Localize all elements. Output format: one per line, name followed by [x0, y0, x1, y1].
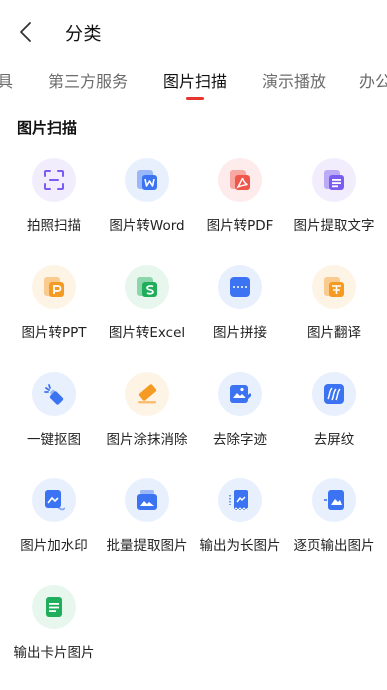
- tool-item[interactable]: 输出为长图片: [192, 470, 288, 570]
- watermark-icon: [32, 478, 76, 522]
- tool-item[interactable]: 图片转PDF: [192, 150, 288, 250]
- active-tab-indicator: [186, 97, 204, 100]
- remove-handwriting-icon: [218, 372, 262, 416]
- tool-label: 图片转Word: [109, 218, 185, 234]
- tool-label: 一键抠图: [27, 432, 81, 448]
- tool-label: 逐页输出图片: [293, 538, 375, 554]
- tool-item[interactable]: 图片涂抹消除: [99, 364, 195, 464]
- tool-label: 输出为长图片: [199, 538, 281, 554]
- tool-label: 图片提取文字: [293, 218, 375, 234]
- tool-item[interactable]: 逐页输出图片: [286, 470, 382, 570]
- tool-label: 图片加水印: [20, 538, 88, 554]
- tool-item[interactable]: 去屏纹: [286, 364, 382, 464]
- stitch-icon: [218, 265, 262, 309]
- tool-label: 输出卡片图片: [13, 645, 95, 661]
- ppt-doc-icon: [32, 265, 76, 309]
- cutout-icon: [32, 372, 76, 416]
- pdf-doc-icon: [218, 158, 262, 202]
- tool-item[interactable]: 图片提取文字: [286, 150, 382, 250]
- remove-moire-icon: [312, 372, 356, 416]
- tool-label: 图片转Excel: [108, 325, 186, 341]
- tool-item[interactable]: 图片翻译: [286, 257, 382, 357]
- tab-image-scan[interactable]: 图片扫描: [163, 68, 227, 92]
- batch-extract-icon: [125, 478, 169, 522]
- long-image-icon: [218, 478, 262, 522]
- translate-icon: [312, 265, 356, 309]
- tab-tools[interactable]: 具: [0, 68, 13, 92]
- tool-label: 拍照扫描: [27, 218, 81, 234]
- tool-item[interactable]: 批量提取图片: [99, 470, 195, 570]
- word-doc-icon: [125, 158, 169, 202]
- section-title: 图片扫描: [17, 119, 78, 137]
- tool-item[interactable]: 去除字迹: [192, 364, 288, 464]
- tool-item[interactable]: 图片拼接: [192, 257, 288, 357]
- tool-label: 图片转PPT: [21, 325, 87, 341]
- back-button[interactable]: [14, 19, 40, 45]
- chevron-left-icon: [20, 22, 31, 42]
- category-tabs: 具 第三方服务 图片扫描 演示播放 办公: [0, 64, 387, 106]
- tool-label: 去屏纹: [313, 432, 355, 448]
- scan-frame-icon: [32, 158, 76, 202]
- tab-presentation[interactable]: 演示播放: [262, 68, 326, 92]
- tool-label: 图片涂抹消除: [106, 432, 188, 448]
- top-bar: 分类: [0, 0, 387, 64]
- tool-item[interactable]: 图片转Excel: [99, 257, 195, 357]
- tool-label: 批量提取图片: [106, 538, 188, 554]
- tool-item[interactable]: 图片转PPT: [6, 257, 102, 357]
- tool-label: 去除字迹: [213, 432, 267, 448]
- tab-third-party[interactable]: 第三方服务: [48, 68, 128, 92]
- tool-item[interactable]: 一键抠图: [6, 364, 102, 464]
- tab-office[interactable]: 办公: [359, 68, 387, 92]
- eraser-icon: [125, 372, 169, 416]
- card-image-icon: [32, 585, 76, 629]
- page-output-icon: [312, 478, 356, 522]
- extract-text-icon: [312, 158, 356, 202]
- tool-label: 图片拼接: [213, 325, 267, 341]
- tool-item[interactable]: 图片转Word: [99, 150, 195, 250]
- tool-item[interactable]: 图片加水印: [6, 470, 102, 570]
- tool-label: 图片转PDF: [206, 218, 274, 234]
- page-title: 分类: [65, 24, 102, 45]
- tool-item[interactable]: 输出卡片图片: [6, 577, 102, 677]
- tool-item[interactable]: 拍照扫描: [6, 150, 102, 250]
- excel-doc-icon: [125, 265, 169, 309]
- tool-label: 图片翻译: [307, 325, 361, 341]
